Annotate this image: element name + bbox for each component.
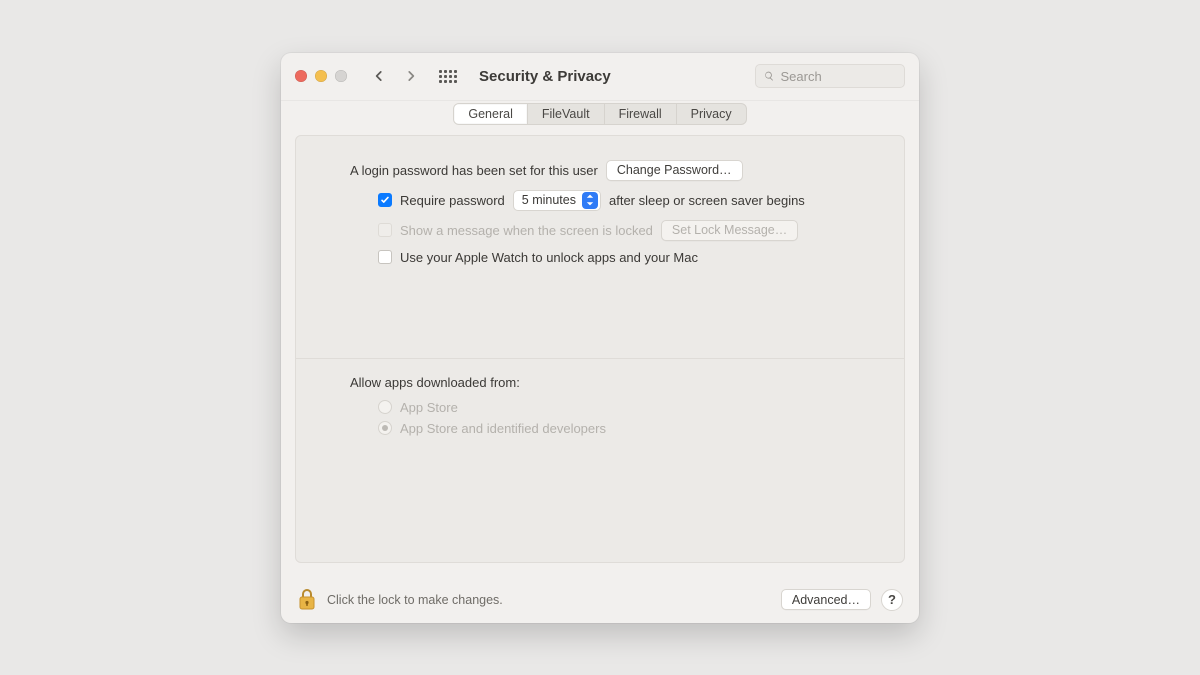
login-password-section: A login password has been set for this u… [296, 136, 904, 288]
require-password-suffix: after sleep or screen saver begins [609, 193, 805, 208]
show-lock-message-checkbox [378, 223, 392, 237]
lock-button[interactable] [297, 588, 317, 612]
minimize-window-button[interactable] [315, 70, 327, 82]
check-icon [380, 195, 390, 205]
close-window-button[interactable] [295, 70, 307, 82]
allow-apps-label: Allow apps downloaded from: [350, 375, 876, 390]
content-area: General FileVault Firewall Privacy A log… [281, 101, 919, 577]
lock-hint-text: Click the lock to make changes. [327, 593, 503, 607]
allow-apps-appstore-label: App Store [400, 400, 458, 415]
footer: Click the lock to make changes. Advanced… [281, 577, 919, 623]
window-controls [295, 70, 347, 82]
login-password-text: A login password has been set for this u… [350, 163, 598, 178]
back-button[interactable] [367, 64, 391, 88]
change-password-button[interactable]: Change Password… [606, 160, 743, 181]
show-all-prefs-button[interactable] [435, 63, 461, 89]
apple-watch-unlock-label: Use your Apple Watch to unlock apps and … [400, 250, 698, 265]
set-lock-message-button: Set Lock Message… [661, 220, 798, 241]
apple-watch-unlock-checkbox[interactable] [378, 250, 392, 264]
select-stepper-icon [582, 192, 598, 209]
forward-button[interactable] [399, 64, 423, 88]
titlebar: Security & Privacy [281, 53, 919, 101]
tab-privacy[interactable]: Privacy [677, 104, 746, 124]
search-field[interactable] [755, 64, 905, 88]
allow-apps-appstore-radio [378, 400, 392, 414]
zoom-window-button[interactable] [335, 70, 347, 82]
chevron-right-icon [404, 69, 418, 83]
require-password-delay-select[interactable]: 5 minutes [513, 190, 601, 211]
help-button[interactable]: ? [881, 589, 903, 611]
tab-filevault[interactable]: FileVault [528, 104, 605, 124]
lock-icon [297, 588, 317, 612]
show-lock-message-label: Show a message when the screen is locked [400, 223, 653, 238]
chevron-left-icon [372, 69, 386, 83]
tab-general[interactable]: General [454, 104, 527, 124]
allow-apps-identified-label: App Store and identified developers [400, 421, 606, 436]
window-title: Security & Privacy [479, 68, 611, 85]
require-password-checkbox[interactable] [378, 193, 392, 207]
require-password-delay-value: 5 minutes [522, 193, 576, 207]
search-input[interactable] [781, 69, 897, 84]
search-icon [764, 70, 775, 82]
grid-icon [439, 70, 457, 83]
allow-apps-section: Allow apps downloaded from: App Store Ap… [296, 359, 904, 456]
general-panel: A login password has been set for this u… [295, 135, 905, 563]
allow-apps-identified-radio [378, 421, 392, 435]
require-password-label: Require password [400, 193, 505, 208]
tab-firewall[interactable]: Firewall [605, 104, 677, 124]
preferences-window: Security & Privacy General FileVault Fir… [281, 53, 919, 623]
advanced-button[interactable]: Advanced… [781, 589, 871, 610]
tab-bar: General FileVault Firewall Privacy [453, 103, 746, 125]
